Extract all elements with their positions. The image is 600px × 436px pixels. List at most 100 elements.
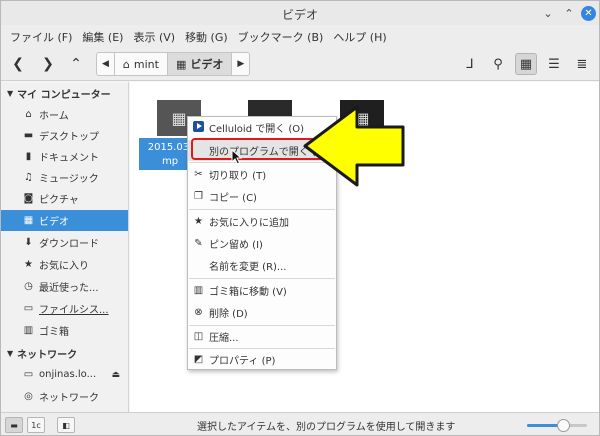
file-name: 2015.03. mp [147,142,193,167]
sidebar-item-trash[interactable]: ▥ ゴミ箱 [1,320,128,341]
menu-item-compress[interactable]: ◫ 圧縮... [188,326,336,347]
home-icon: ⌂ [122,57,130,71]
minimize-icon[interactable]: ⌄ [541,6,555,20]
sidebar-item-label: デスクトップ [39,132,99,143]
menu-item-move-to-trash[interactable]: ▥ ゴミ箱に移動 (V) [188,280,336,301]
sidebar-item-label: ミュージック [39,174,99,185]
file-manager-window: ビデオ ⌄ ⌃ ✕ ファイル (F) 編集 (E) 表示 (V) 移動 (G) … [0,0,600,436]
sidebar-item-label: ダウンロード [39,239,99,250]
delete-icon: ⊗ [194,307,203,318]
search-icon[interactable]: ⚲ [487,53,509,75]
sidebar-item-favorites[interactable]: ★ お気に入り [1,254,128,275]
properties-icon: ◩ [193,354,204,365]
menu-item-rename[interactable]: 名前を変更 (R)... [188,255,336,276]
menu-item-properties[interactable]: ◩ プロパティ (P) [188,349,336,370]
toggle-sidebar-button[interactable]: ◧ [57,417,75,433]
window-title: ビデオ [281,8,318,22]
film-icon: ▦ [171,108,187,128]
menu-separator [189,209,335,210]
menu-item-pin[interactable]: ✎ ピン留め (I) [188,233,336,254]
sidebar-item-onjinas[interactable]: ▭ onjinas.lo... ⏏ [1,364,128,385]
sidebar-item-music[interactable]: ♫ ミュージック [1,167,128,188]
back-arrow-icon[interactable]: ❮ [7,53,29,75]
sidebar-item-filesystem[interactable]: ▭ ファイルシス... [1,298,128,319]
video-icon: ▦ [23,215,34,226]
sidebar-item-pictures[interactable]: ◙ ピクチャ [1,188,128,209]
document-icon: ▮ [25,151,32,162]
folder-icon: ▭ [23,369,34,380]
sidebar-item-network[interactable]: ◎ ネットワーク [1,386,128,407]
menu-item-label: お気に入りに追加 [209,218,289,229]
breadcrumb: ◀ ⌂ mint ▦ ビデオ ▶ [96,52,251,76]
close-icon[interactable]: ✕ [581,6,596,21]
sidebar-item-downloads[interactable]: ⬇ ダウンロード [1,232,128,253]
terminal-icon[interactable]: ⅃ [459,53,481,75]
forward-arrow-icon[interactable]: ❯ [37,53,59,75]
trash-icon: ▥ [193,285,204,296]
zoom-slider-handle[interactable] [557,419,570,432]
compact-view-button[interactable]: ≣ [571,53,593,75]
sidebar-item-desktop[interactable]: ▬ デスクトップ [1,125,128,146]
breadcrumb-home[interactable]: ⌂ mint [115,53,168,75]
menu-item-label: 削除 (D) [209,309,248,320]
sidebar-item-label: お気に入り [39,261,89,272]
menu-go[interactable]: 移動 (G) [180,25,233,47]
breadcrumb-current-label: ビデオ [190,58,224,71]
menu-item-label: 名前を変更 (R)... [209,262,287,273]
menu-help[interactable]: ヘルプ (H) [328,25,391,47]
sidebar-item-label: ネットワーク [39,393,99,404]
breadcrumb-right-arrow-icon[interactable]: ▶ [232,53,249,75]
maximize-icon[interactable]: ⌃ [562,6,576,20]
menu-item-label: ゴミ箱に移動 (V) [209,287,287,298]
sidebar-section-label: マイ コンピューター [17,90,111,101]
menu-item-label: コピー (C) [209,193,257,204]
menu-item-delete[interactable]: ⊗ 削除 (D) [188,302,336,323]
sidebar-item-label: ビデオ [39,217,69,228]
film-icon: ▦ [175,57,187,71]
sidebar-item-label: ゴミ箱 [39,327,69,338]
sidebar-item-home[interactable]: ⌂ ホーム [1,104,128,125]
sidebar-section-label: ネットワーク [17,350,78,361]
desktop-icon: ▬ [23,130,34,141]
up-arrow-icon[interactable]: ⌃ [65,53,87,75]
star-icon: ★ [194,216,203,227]
home-icon: ⌂ [25,109,32,120]
mouse-cursor-icon [231,149,243,165]
sidebar-item-documents[interactable]: ▮ ドキュメント [1,146,128,167]
menu-item-label: 圧縮... [209,333,239,344]
show-places-button[interactable]: ▬ [5,417,23,433]
toolbar: ❮ ❯ ⌃ ◀ ⌂ mint ▦ ビデオ ▶ ⅃ ⚲ ▦ ☰ ≣ [1,47,599,81]
menu-view[interactable]: 表示 (V) [128,25,180,47]
show-treeview-button[interactable]: 1c [27,417,45,433]
sidebar-section-computer[interactable]: ▼ マイ コンピューター [7,86,111,101]
sidebar-section-network[interactable]: ▼ ネットワーク [7,346,77,361]
annotation-arrow-icon [303,105,405,187]
icon-view-button[interactable]: ▦ [515,53,537,75]
eject-icon[interactable]: ⏏ [111,370,120,380]
scissors-icon: ✂ [194,169,203,180]
menu-item-label: プロパティ (P) [209,356,276,367]
menu-item-label: Celluloid で開く (O) [209,124,305,135]
menu-item-add-favorite[interactable]: ★ お気に入りに追加 [188,211,336,232]
breadcrumb-home-label: mint [133,57,159,71]
sidebar-item-videos[interactable]: ▦ ビデオ [1,210,128,231]
menu-edit[interactable]: 編集 (E) [77,25,128,47]
status-text: 選択したアイテムを、別のプログラムを使用して開きます [197,422,456,433]
menu-item-label: ピン留め (I) [209,240,263,251]
list-view-button[interactable]: ☰ [543,53,565,75]
pin-icon: ✎ [194,238,203,249]
sidebar-item-label: onjinas.lo... [39,369,97,380]
breadcrumb-current[interactable]: ▦ ビデオ [167,53,233,75]
sidebar-item-label: ドキュメント [39,153,99,164]
sidebar-item-label: ピクチャ [39,195,79,206]
network-icon: ◎ [24,391,33,402]
menu-file[interactable]: ファイル (F) [5,25,77,47]
menu-bookmarks[interactable]: ブックマーク (B) [233,25,329,47]
sidebar-item-label: 最近使った... [39,283,99,294]
collapse-triangle-icon: ▼ [7,89,14,98]
menu-separator [189,278,335,279]
breadcrumb-left-arrow-icon[interactable]: ◀ [97,53,115,75]
sidebar-item-recent[interactable]: ◷ 最近使った... [1,276,128,297]
menu-bar: ファイル (F) 編集 (E) 表示 (V) 移動 (G) ブックマーク (B)… [1,25,599,47]
collapse-triangle-icon: ▼ [7,349,14,358]
